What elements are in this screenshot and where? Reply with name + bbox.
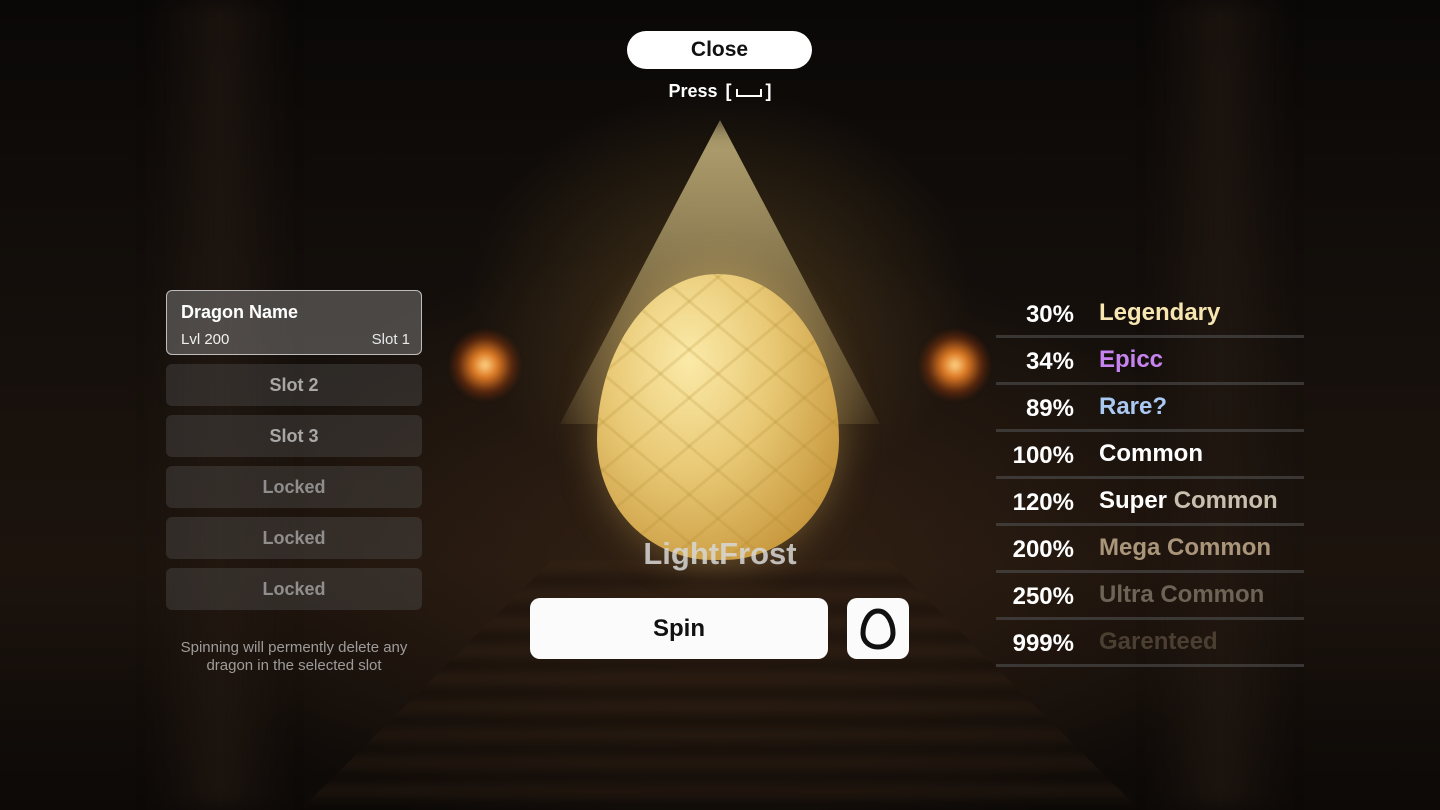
rarity-label: Super Common [1099,487,1278,514]
odds-row-common: 100% Common [996,432,1304,479]
rarity-label: Legendary [1099,299,1221,326]
rarity-label: Common [1099,440,1203,467]
odds-row-ultra-common: 250% Ultra Common [996,573,1304,620]
egg-select-button[interactable] [847,598,909,659]
egg-name-label: LightFrost [643,536,797,571]
rarity-label: Garenteed [1099,628,1218,655]
odds-row-mega-common: 200% Mega Common [996,526,1304,573]
odds-row-super-common: 120% Super Common [996,479,1304,526]
spacebar-key-icon: [ ] [725,80,772,101]
odds-row-epic: 34% Epicc [996,338,1304,385]
egg-hatch-screen: Close Press [ ] Dragon Name Lvl 200 Slot… [0,0,1440,810]
rarity-odds-table: 30% Legendary 34% Epicc 89% Rare? 100% C… [996,291,1304,667]
close-button[interactable]: Close [627,31,812,69]
slot-3-button[interactable]: Slot 3 [166,415,422,457]
odds-row-legendary: 30% Legendary [996,291,1304,338]
odds-percent: 200% [1012,536,1074,563]
odds-percent: 89% [1025,395,1074,422]
torch-left [450,330,520,400]
odds-percent: 100% [1012,442,1074,469]
odds-percent: 999% [1012,630,1074,657]
dragon-level: Lvl 200 [181,331,230,348]
dragon-name: Dragon Name [181,302,299,322]
dragon-slot-list: Dragon Name Lvl 200 Slot 1 Slot 2 Slot 3… [166,290,422,619]
rarity-label: Ultra Common [1099,581,1265,608]
locked-slot-button[interactable]: Locked [166,466,422,508]
slot-2-button[interactable]: Slot 2 [166,364,422,406]
slot-card-selected[interactable]: Dragon Name Lvl 200 Slot 1 [166,290,422,355]
egg-outline-icon [860,607,896,650]
odds-row-rare: 89% Rare? [996,385,1304,432]
rarity-label: Mega Common [1099,534,1272,561]
odds-percent: 250% [1012,583,1074,610]
odds-percent: 30% [1025,301,1074,328]
odds-row-guaranteed: 999% Garenteed [996,620,1304,667]
press-label: Press [668,80,718,101]
locked-slot-button[interactable]: Locked [166,517,422,559]
torch-right [920,330,990,400]
delete-warning-text: Spinning will permently delete any drago… [180,639,408,674]
slot-number: Slot 1 [371,331,410,348]
close-key-hint: Press [ ] [620,78,820,104]
odds-percent: 120% [1012,489,1074,516]
rarity-label: Epicc [1099,346,1164,373]
odds-percent: 34% [1025,348,1074,375]
rarity-label: Rare? [1099,393,1168,420]
locked-slot-button[interactable]: Locked [166,568,422,610]
spin-button[interactable]: Spin [530,598,828,659]
